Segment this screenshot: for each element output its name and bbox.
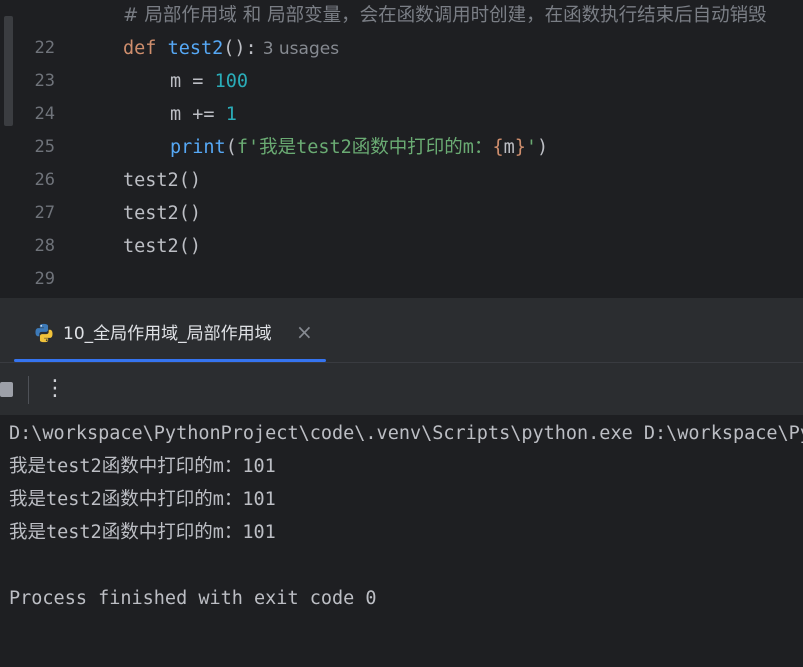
function-call: test2(): [123, 203, 201, 224]
code-text: def test2(): 3 usages: [123, 32, 339, 66]
console-line: 我是test2函数中打印的m：101: [9, 522, 276, 543]
function-call: test2(): [123, 170, 201, 191]
console-line: Process finished with exit code 0: [9, 588, 377, 609]
code-text: m += 1: [170, 98, 237, 131]
keyword-def: def: [123, 38, 157, 59]
code-line: 23 def test2(): 3 usages: [0, 32, 803, 91]
function-name: test2: [167, 38, 224, 59]
run-toolbar: ⋮: [0, 362, 803, 415]
console-line: D:\workspace\PythonProject\code\.venv\Sc…: [9, 423, 803, 444]
assignment: m +=: [170, 104, 226, 125]
fstring-brace-open: {: [492, 137, 504, 158]
close-icon[interactable]: ×: [296, 318, 313, 346]
paren-open: (: [225, 137, 237, 158]
code-line: 28 test2(): [0, 197, 803, 256]
stop-icon[interactable]: [0, 382, 13, 397]
console-line: 我是test2函数中打印的m：101: [9, 456, 276, 477]
run-tab[interactable]: 10_全局作用域_局部作用域 ×: [14, 300, 326, 362]
code-line: 24 m = 100: [0, 65, 803, 124]
function-call: test2(): [123, 236, 201, 257]
code-editor[interactable]: 22 # 局部作用域 和 局部变量，会在函数调用时创建，在函数执行结束后自动销毁…: [0, 0, 803, 298]
number-literal: 1: [225, 104, 237, 125]
console-output[interactable]: D:\workspace\PythonProject\code\.venv\Sc…: [0, 415, 803, 667]
fstring-prefix: f'我是test2函数中打印的m：: [236, 137, 493, 158]
code-line: 22 # 局部作用域 和 局部变量，会在函数调用时创建，在函数执行结束后自动销毁: [0, 0, 803, 58]
more-vertical-icon[interactable]: ⋮: [44, 374, 66, 404]
assignment: m =: [170, 71, 215, 92]
code-text: m = 100: [170, 65, 248, 98]
code-line: 30: [0, 263, 803, 296]
builtin-print: print: [170, 137, 226, 158]
run-tool-window-header: 10_全局作用域_局部作用域 ×: [0, 300, 803, 362]
code-text: print(f'我是test2函数中打印的m：{m}'): [170, 131, 548, 164]
paren-close: ): [537, 137, 549, 158]
code-comment: # 局部作用域 和 局部变量，会在函数调用时创建，在函数执行结束后自动销毁: [123, 5, 767, 26]
code-line: 25 m += 1: [0, 98, 803, 157]
code-line: 29 test2(): [0, 230, 803, 289]
usages-hint[interactable]: 3 usages: [263, 39, 339, 59]
code-line: 26 print(f'我是test2函数中打印的m：{m}'): [0, 131, 803, 190]
python-icon: [35, 323, 53, 343]
fstring-brace-close: }: [514, 137, 526, 158]
number-literal: 100: [214, 71, 248, 92]
run-tab-label: 10_全局作用域_局部作用域: [63, 324, 272, 344]
toolbar-separator: [28, 376, 29, 404]
fstring-expression: m: [503, 137, 515, 158]
code-line: 27 test2(): [0, 164, 803, 223]
function-params: ():: [223, 38, 257, 59]
console-line: 我是test2函数中打印的m：101: [9, 489, 276, 510]
fstring-suffix: ': [525, 137, 538, 158]
